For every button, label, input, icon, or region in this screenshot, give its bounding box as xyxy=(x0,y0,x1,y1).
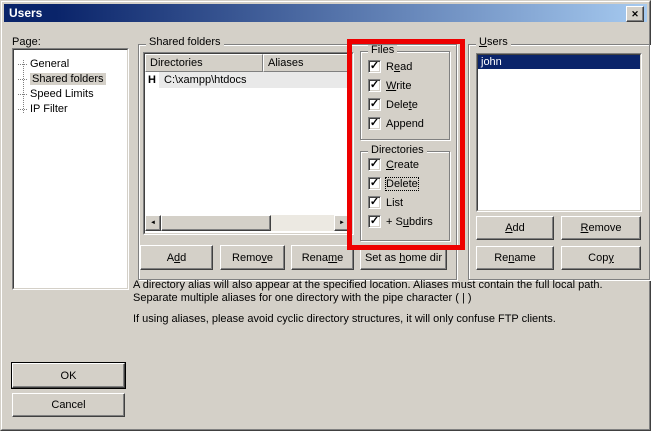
button-label: Remove xyxy=(581,222,622,234)
check-glyph: ✓ xyxy=(370,118,379,129)
button-label: Remove xyxy=(232,252,273,264)
alias-note-text: A directory alias will also appear at th… xyxy=(133,279,648,305)
tree-item-ip-filter[interactable]: IP Filter xyxy=(18,102,68,116)
set-as-home-dir-button[interactable]: Set as home dir xyxy=(360,245,447,270)
directory-row[interactable]: H C:\xampp\htdocs xyxy=(145,72,352,88)
checkbox-checked-icon[interactable]: ✓ xyxy=(368,117,381,130)
directories-group-label: Directories xyxy=(368,145,427,156)
check-glyph: ✓ xyxy=(370,178,379,189)
scroll-left-button[interactable]: ◄ xyxy=(145,215,161,231)
add-user-button[interactable]: Add xyxy=(476,216,554,240)
button-label: Add xyxy=(167,252,187,264)
copy-user-button[interactable]: Copy xyxy=(561,246,641,270)
check-glyph: ✓ xyxy=(370,197,379,208)
files-delete-checkbox-row[interactable]: ✓ Delete xyxy=(368,98,418,111)
files-read-checkbox-row[interactable]: ✓ Read xyxy=(368,60,412,73)
remove-folder-button[interactable]: Remove xyxy=(220,245,285,270)
ok-button[interactable]: OK xyxy=(12,363,125,388)
checkbox-checked-icon[interactable]: ✓ xyxy=(368,98,381,111)
directory-path: C:\xampp\htdocs xyxy=(159,74,247,86)
check-glyph: ✓ xyxy=(370,216,379,227)
checkbox-checked-icon[interactable]: ✓ xyxy=(368,215,381,228)
title-bar[interactable]: Users ✕ xyxy=(4,4,647,22)
check-glyph: ✓ xyxy=(370,61,379,72)
button-label: Cancel xyxy=(51,399,85,411)
rename-user-button[interactable]: Rename xyxy=(476,246,554,270)
button-label: Set as home dir xyxy=(365,252,442,264)
tree-branch-icon xyxy=(18,79,27,80)
page-tree: General Shared folders Speed Limits IP F… xyxy=(12,48,129,290)
users-group-label: Users xyxy=(476,37,511,48)
tree-item-speed-limits[interactable]: Speed Limits xyxy=(18,87,94,101)
checkbox-checked-icon[interactable]: ✓ xyxy=(368,79,381,92)
button-label: Copy xyxy=(588,252,614,264)
horizontal-scrollbar[interactable]: ◄ ► xyxy=(145,215,350,231)
close-icon: ✕ xyxy=(631,10,639,19)
tree-branch-icon xyxy=(18,109,27,110)
tree-item-label: Speed Limits xyxy=(30,88,94,100)
check-glyph: ✓ xyxy=(370,99,379,110)
tree-item-general[interactable]: General xyxy=(18,57,69,71)
checkbox-label: Write xyxy=(386,80,411,92)
scrollbar-thumb[interactable] xyxy=(161,215,271,231)
checkbox-label: Create xyxy=(386,159,419,171)
scroll-right-button[interactable]: ► xyxy=(334,215,350,231)
checkbox-checked-icon[interactable]: ✓ xyxy=(368,177,381,190)
cyclic-note-text: If using aliases, please avoid cyclic di… xyxy=(133,313,648,326)
checkbox-checked-icon[interactable]: ✓ xyxy=(368,60,381,73)
dirs-delete-checkbox-row[interactable]: ✓ Delete xyxy=(368,177,418,190)
files-append-checkbox-row[interactable]: ✓ Append xyxy=(368,117,424,130)
files-group-label: Files xyxy=(368,45,397,56)
column-header-label: Aliases xyxy=(268,57,303,69)
button-label: Rename xyxy=(302,252,344,264)
tree-item-label-selected: Shared folders xyxy=(30,73,106,85)
home-dir-marker: H xyxy=(145,72,159,88)
remove-user-button[interactable]: Remove xyxy=(561,216,641,240)
tree-item-label: IP Filter xyxy=(30,103,68,115)
user-list-item-selected[interactable]: john xyxy=(478,55,640,69)
check-glyph: ✓ xyxy=(370,159,379,170)
shared-folders-list: Directories Aliases H C:\xampp\htdocs xyxy=(143,52,354,235)
check-glyph: ✓ xyxy=(370,80,379,91)
dirs-subdirs-checkbox-row[interactable]: ✓ + Subdirs xyxy=(368,215,433,228)
scroll-left-icon: ◄ xyxy=(150,220,156,226)
dirs-list-checkbox-row[interactable]: ✓ List xyxy=(368,196,403,209)
cancel-button[interactable]: Cancel xyxy=(12,393,125,417)
rename-folder-button[interactable]: Rename xyxy=(291,245,354,270)
add-folder-button[interactable]: Add xyxy=(140,245,213,270)
tree-branch-icon xyxy=(18,64,27,65)
users-listbox: john xyxy=(476,53,642,212)
checkbox-label: Append xyxy=(386,118,424,130)
checkbox-label-focused: Delete xyxy=(386,178,418,190)
checkbox-checked-icon[interactable]: ✓ xyxy=(368,196,381,209)
scrollbar-track[interactable] xyxy=(271,215,334,231)
tree-item-label: General xyxy=(30,58,69,70)
button-label: Rename xyxy=(494,252,536,264)
checkbox-label: List xyxy=(386,197,403,209)
scroll-right-icon: ► xyxy=(339,220,345,226)
column-header-directories[interactable]: Directories xyxy=(145,54,263,72)
shared-folders-group-label: Shared folders xyxy=(146,37,224,48)
column-header-aliases[interactable]: Aliases xyxy=(263,54,352,72)
page-label: Page: xyxy=(12,36,41,48)
tree-branch-icon xyxy=(18,94,27,95)
close-button[interactable]: ✕ xyxy=(626,6,644,22)
button-label: OK xyxy=(61,370,77,382)
checkbox-label: Delete xyxy=(386,99,418,111)
column-header-label: Directories xyxy=(150,57,203,69)
button-label: Add xyxy=(505,222,525,234)
checkbox-checked-icon[interactable]: ✓ xyxy=(368,158,381,171)
checkbox-label: Read xyxy=(386,61,412,73)
checkbox-label: + Subdirs xyxy=(386,216,433,228)
dirs-create-checkbox-row[interactable]: ✓ Create xyxy=(368,158,419,171)
tree-item-shared-folders[interactable]: Shared folders xyxy=(18,72,106,86)
files-write-checkbox-row[interactable]: ✓ Write xyxy=(368,79,411,92)
window-title: Users xyxy=(4,6,42,20)
